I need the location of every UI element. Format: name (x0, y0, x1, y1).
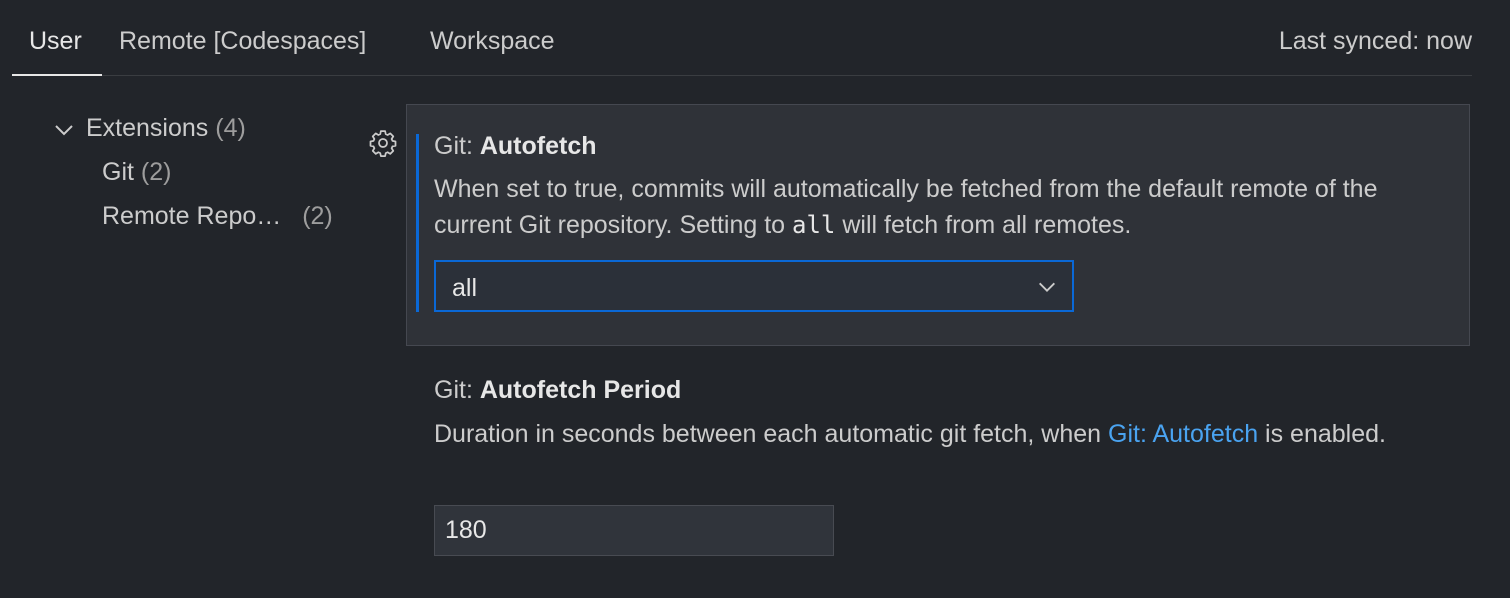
toc-group-extensions[interactable]: Extensions (4) (86, 114, 246, 143)
active-tab-indicator (12, 74, 102, 76)
tab-workspace[interactable]: Workspace (430, 27, 555, 56)
toc-item-git[interactable]: Git (2) (102, 158, 171, 187)
sync-status: Last synced: now (1278, 27, 1472, 55)
setting-description-autofetch-period: Duration in seconds between each automat… (434, 416, 1454, 452)
setting-category: Git: (434, 132, 480, 160)
chevron-down-icon (1039, 282, 1055, 292)
setting-category: Git: (434, 376, 480, 404)
code-snippet: all (792, 211, 836, 239)
setting-title-autofetch: Git: Autofetch (434, 132, 597, 161)
toc-item-label: Remote Repo… (102, 202, 282, 230)
toc-group-count: (4) (215, 114, 246, 142)
chevron-down-icon[interactable] (52, 118, 76, 142)
gear-icon[interactable] (368, 128, 398, 158)
tab-user[interactable]: User (29, 27, 82, 56)
toc-group-label: Extensions (86, 114, 209, 142)
toc-item-count: (2) (302, 202, 333, 230)
setting-title-autofetch-period: Git: Autofetch Period (434, 376, 681, 405)
description-text: is enabled. (1258, 420, 1386, 448)
select-value: all (452, 274, 478, 302)
autofetch-period-input[interactable] (434, 505, 834, 556)
description-text: will fetch from all remotes. (835, 211, 1132, 239)
setting-link-autofetch[interactable]: Git: Autofetch (1108, 420, 1258, 448)
toc-item-remote-repositories[interactable]: Remote Repo… (2) (102, 202, 333, 231)
settings-scope-tabs: User Remote [Codespaces] Workspace Last … (12, 18, 1472, 76)
focus-indicator (416, 134, 419, 312)
autofetch-select[interactable]: all (434, 260, 1074, 312)
description-text: Duration in seconds between each automat… (434, 420, 1109, 448)
tab-remote-codespaces[interactable]: Remote [Codespaces] (119, 27, 366, 56)
toc-item-count: (2) (140, 158, 172, 186)
toc-item-label: Git (102, 158, 134, 186)
setting-name: Autofetch (479, 132, 597, 160)
setting-name: Autofetch Period (479, 376, 682, 404)
setting-description-autofetch: When set to true, commits will automatic… (434, 171, 1454, 243)
